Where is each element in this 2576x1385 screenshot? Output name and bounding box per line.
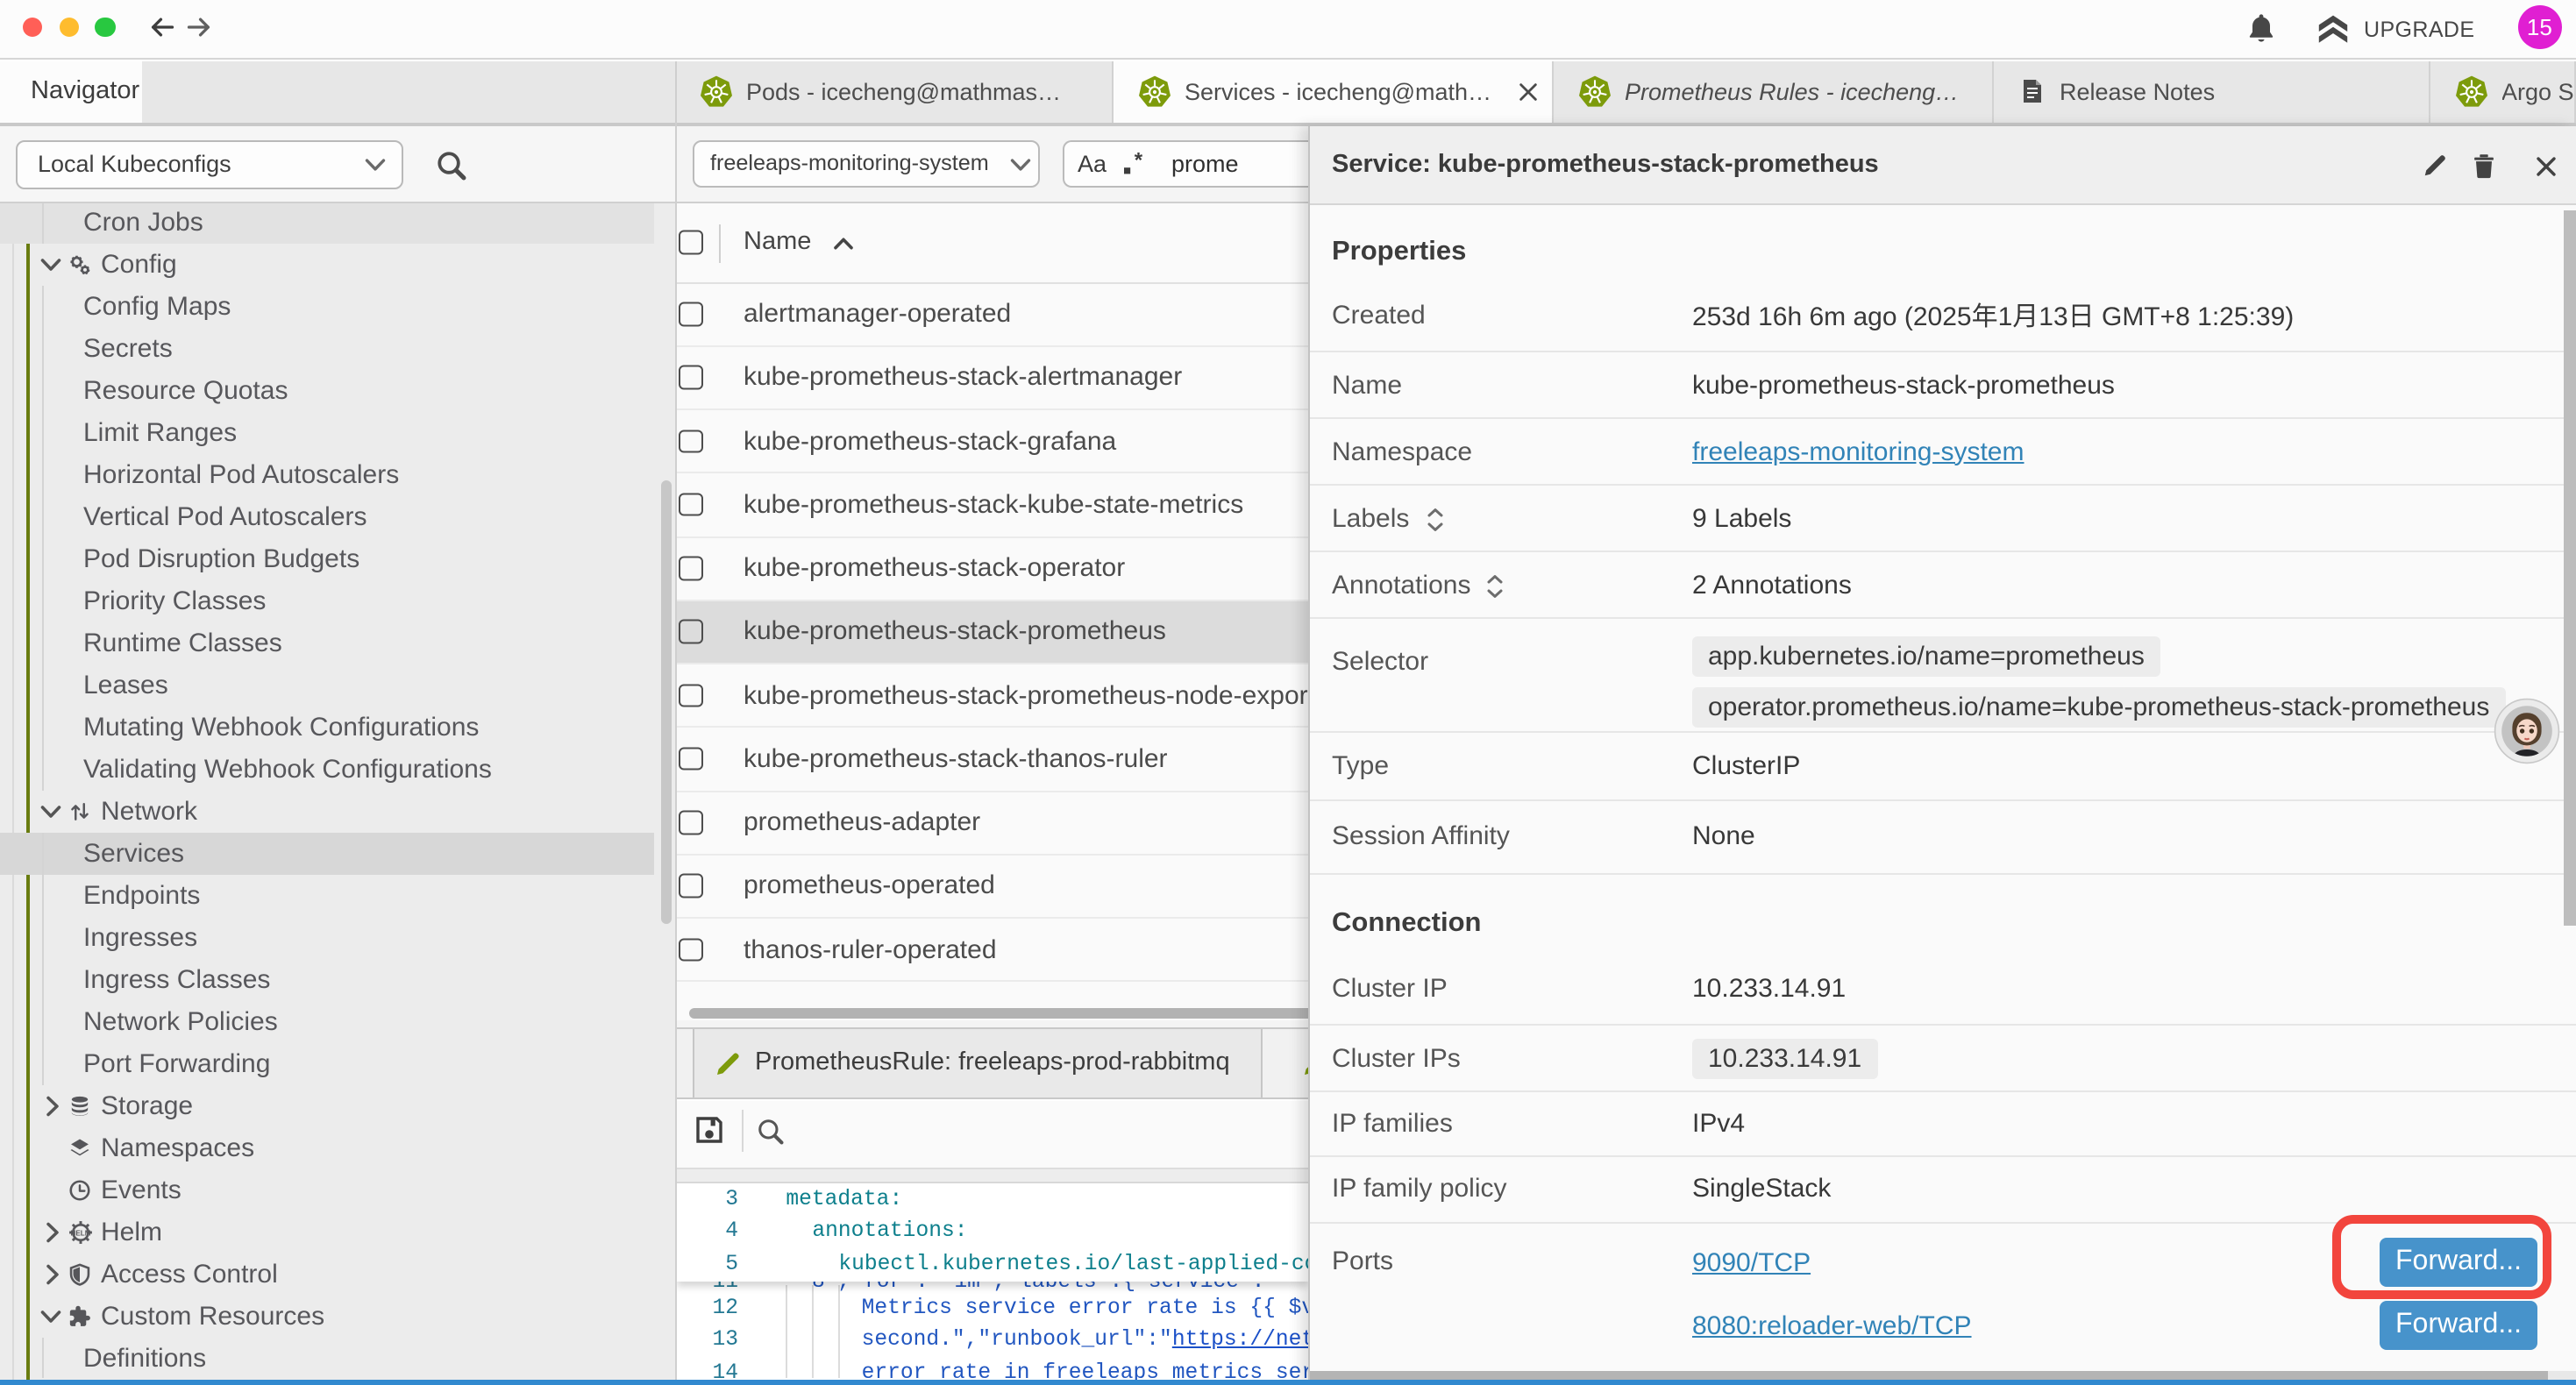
svg-text:*: * (1135, 151, 1143, 173)
svg-text:HELM: HELM (70, 1230, 90, 1238)
